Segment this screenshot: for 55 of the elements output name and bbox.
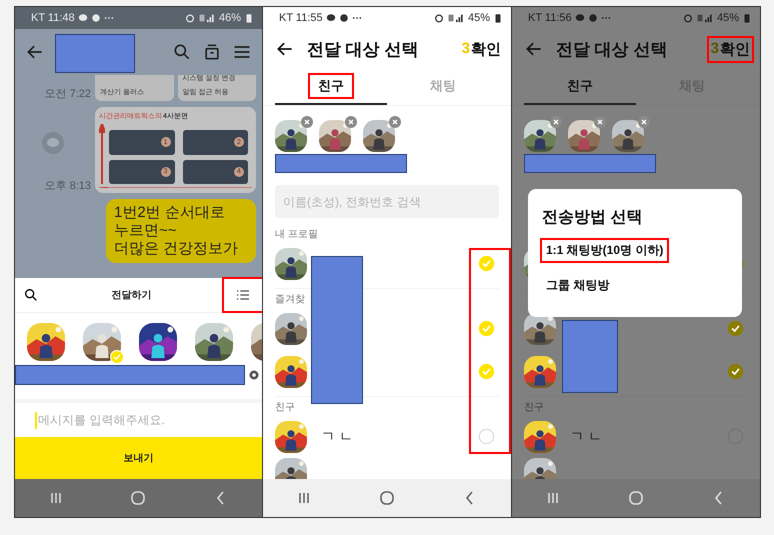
chat-icon xyxy=(326,13,336,23)
confirm-button[interactable]: 3확인 xyxy=(460,38,503,60)
tab[interactable]: 친구 xyxy=(559,75,601,97)
status-time: KT 11:56 xyxy=(528,12,572,24)
remove-icon[interactable] xyxy=(345,116,357,128)
remove-icon[interactable] xyxy=(301,116,313,128)
dialog-option[interactable]: 1:1 채팅방(10명 이하) xyxy=(542,240,668,261)
search-field[interactable]: 이름(초성), 전화번호 검색 xyxy=(275,185,499,218)
battery-icon xyxy=(742,13,752,23)
confirm-button[interactable]: 3확인 xyxy=(708,38,752,60)
signal-icon xyxy=(696,13,714,23)
section-label: 즐겨찾 xyxy=(275,293,306,307)
select-checkbox[interactable] xyxy=(478,320,495,337)
alarm-icon xyxy=(434,13,444,23)
section-label: 내 프로필 xyxy=(275,228,319,242)
message-time: 오후 8:13 xyxy=(44,179,91,193)
message-bubble: 1번2번 순서대로 누르면~~ 더많은 건강정보가 xyxy=(106,199,256,263)
screen-title: 전달 대상 선택 xyxy=(556,38,668,60)
status-time: KT 11:55 xyxy=(279,12,323,24)
list-view-button[interactable] xyxy=(224,279,262,311)
search-icon[interactable] xyxy=(172,42,192,62)
dialog-option[interactable]: 그룹 채팅방 xyxy=(542,275,614,296)
send-button[interactable]: 보내기 xyxy=(15,437,262,479)
section-label: 친구 xyxy=(275,401,296,415)
select-checkbox[interactable] xyxy=(727,363,744,380)
chat-icon xyxy=(574,13,585,23)
view-icon xyxy=(249,370,259,380)
battery-level: 46% xyxy=(218,12,241,24)
dialog-title: 전송방법 선택 xyxy=(542,208,642,228)
tab[interactable]: 친구 xyxy=(310,75,352,97)
battery-icon xyxy=(493,13,503,23)
alarm-icon xyxy=(682,13,693,23)
chat-icon xyxy=(78,13,88,23)
battery-level: 45% xyxy=(716,12,739,24)
search-icon[interactable] xyxy=(23,287,39,303)
section-label: 친구 xyxy=(524,401,545,415)
select-checkbox[interactable] xyxy=(727,320,744,337)
friend-name: ㄱ ㄴ xyxy=(570,428,603,446)
alarm-icon xyxy=(184,13,195,23)
message-time: 오전 7:22 xyxy=(44,87,91,101)
remove-icon[interactable] xyxy=(638,116,650,128)
remove-icon[interactable] xyxy=(389,116,401,128)
signal-icon xyxy=(446,13,465,23)
status-time: KT 11:48 xyxy=(31,12,75,24)
sheet-title: 전달하기 xyxy=(112,289,152,302)
select-checkbox[interactable] xyxy=(478,363,495,380)
signal-icon xyxy=(198,13,216,23)
remove-icon[interactable] xyxy=(594,116,606,128)
friend-name: ㄱ ㄴ xyxy=(321,428,354,446)
screen-title: 전달 대상 선택 xyxy=(307,38,420,60)
battery-icon xyxy=(244,13,254,23)
remove-icon[interactable] xyxy=(550,116,562,128)
select-checkbox[interactable] xyxy=(478,255,495,272)
up-arrow-drawing xyxy=(99,124,105,184)
battery-level: 45% xyxy=(468,12,490,24)
